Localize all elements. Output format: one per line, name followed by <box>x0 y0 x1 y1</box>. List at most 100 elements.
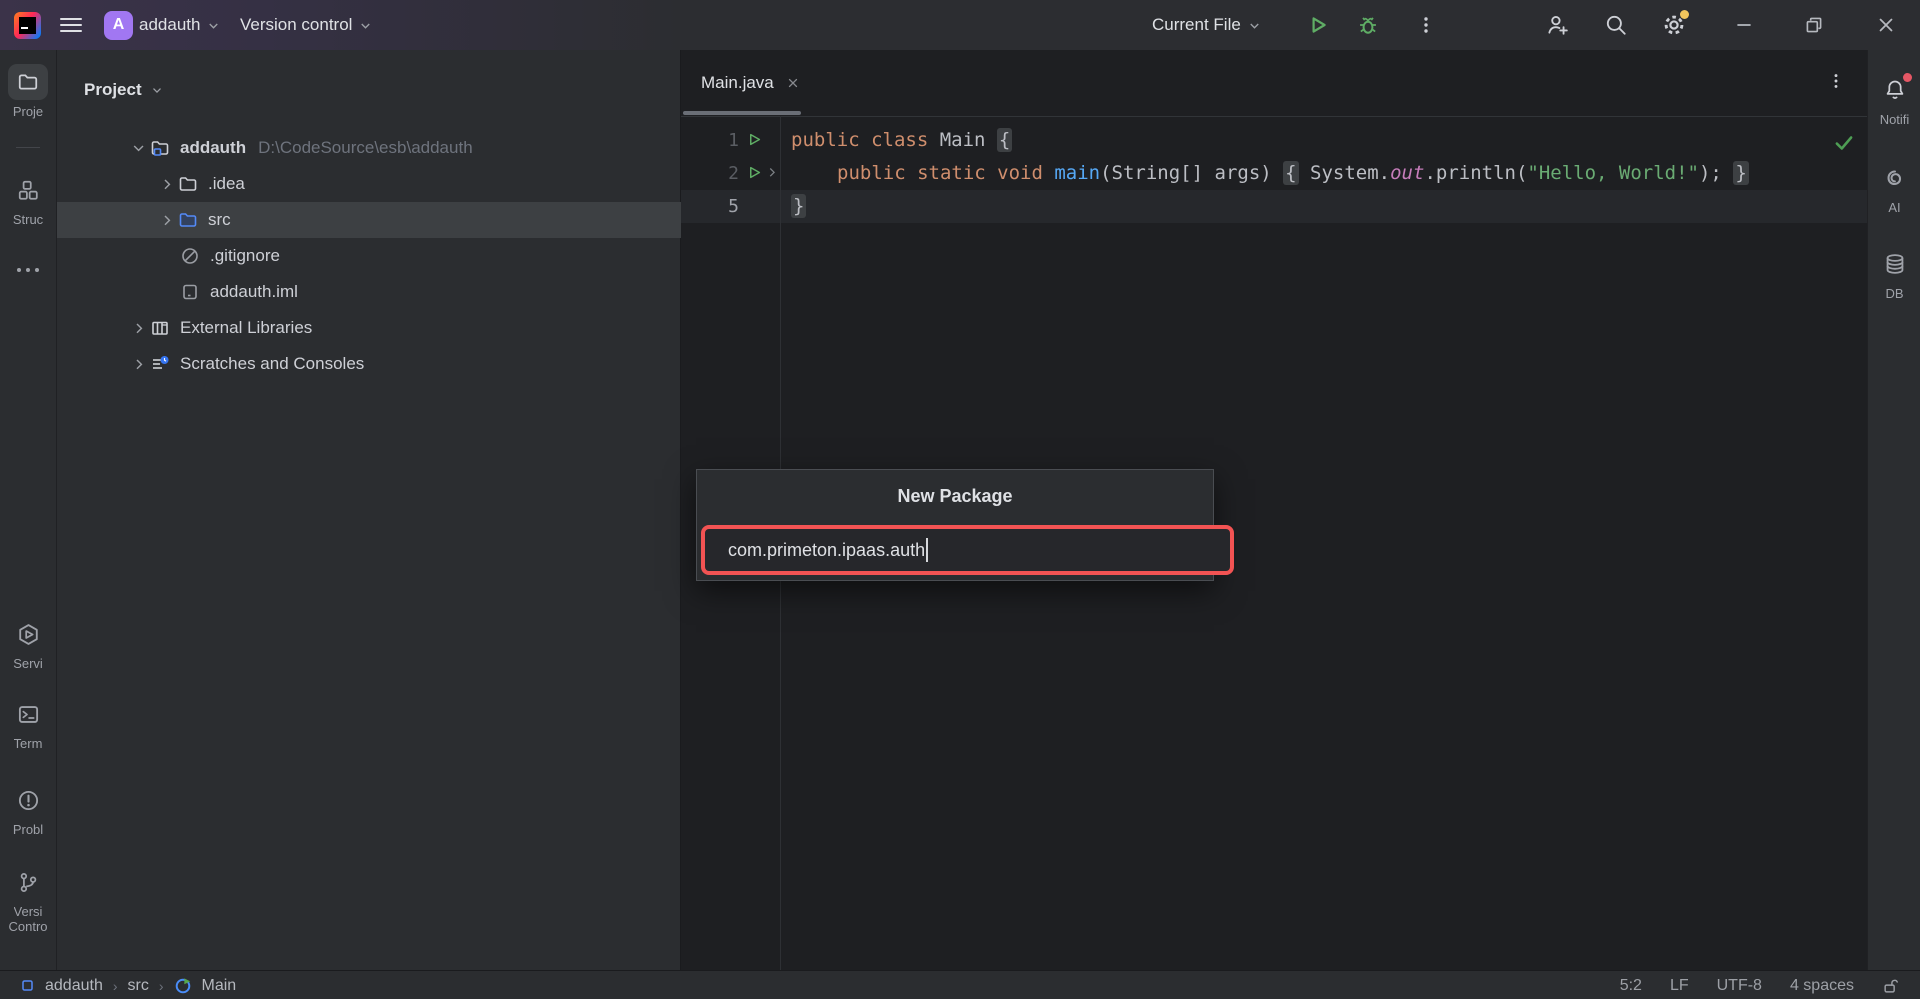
chevron-collapsed-icon[interactable] <box>157 210 177 230</box>
project-folder-icon <box>149 137 171 159</box>
fold-expand-icon[interactable] <box>765 165 779 179</box>
code-with-me-button[interactable] <box>1545 13 1569 37</box>
tab-close-icon[interactable] <box>786 76 800 90</box>
run-configuration-selector[interactable]: Current File <box>1152 0 1262 50</box>
chevron-collapsed-icon[interactable] <box>129 354 149 374</box>
structure-icon <box>17 179 39 201</box>
services-icon <box>17 623 40 646</box>
tree-item-root[interactable]: addauth D:\CodeSource\esb\addauth <box>57 130 752 166</box>
notifications-bell-icon <box>1883 78 1907 102</box>
module-icon <box>20 978 35 993</box>
tab-label: Main.java <box>701 73 774 93</box>
line-separator-widget[interactable]: LF <box>1670 977 1689 995</box>
tool-structure[interactable]: Struc <box>0 172 56 227</box>
folder-icon <box>177 173 199 195</box>
scratches-icon <box>149 353 171 375</box>
more-tools-icon <box>17 268 39 272</box>
tree-item-label: .gitignore <box>210 246 280 266</box>
run-button[interactable] <box>1306 13 1330 37</box>
tool-ai-assistant[interactable]: AI <box>1868 160 1920 215</box>
tool-database[interactable]: DB <box>1868 246 1920 301</box>
tool-version-label-2: Contro <box>8 919 47 934</box>
breadcrumb-class[interactable]: Main <box>202 977 237 995</box>
settings-button[interactable] <box>1662 13 1686 37</box>
tool-terminal[interactable]: Term <box>0 696 56 751</box>
tool-version-control[interactable]: Versi Contro <box>0 864 56 934</box>
code-token: (String[] args) <box>1100 162 1283 184</box>
editor-tab-bar: Main.java <box>681 50 1867 117</box>
tree-item-label: Scratches and Consoles <box>180 354 364 374</box>
minimize-button[interactable] <box>1732 13 1756 37</box>
package-name-input[interactable]: com.primeton.ipaas.auth <box>701 525 1234 575</box>
folded-region[interactable]: { <box>1283 161 1298 185</box>
project-tool-icon <box>17 71 39 93</box>
chevron-down-icon <box>358 18 373 33</box>
tool-version-label-1: Versi <box>14 904 43 919</box>
project-name: addauth <box>139 15 200 35</box>
tree-item-path: D:\CodeSource\esb\addauth <box>258 138 473 158</box>
code-token: { <box>997 128 1012 152</box>
tab-main-java[interactable]: Main.java <box>683 50 819 116</box>
code-line-5[interactable]: 5 } <box>681 190 1867 223</box>
code-token: Main <box>940 129 997 151</box>
caret-position-widget[interactable]: 5:2 <box>1620 977 1642 995</box>
folded-region[interactable]: } <box>1733 161 1748 185</box>
code-line-1[interactable]: 1 public class Main { <box>681 124 1867 157</box>
notifications-badge <box>1903 73 1912 82</box>
tool-problems[interactable]: Probl <box>0 782 56 837</box>
main-menu-button[interactable] <box>60 0 82 50</box>
tool-terminal-label: Term <box>14 736 43 751</box>
indent-widget[interactable]: 4 spaces <box>1790 977 1854 995</box>
vcs-widget[interactable]: Version control <box>240 0 373 50</box>
chevron-expanded-icon[interactable] <box>129 138 149 158</box>
editor-options-button[interactable] <box>1827 72 1845 90</box>
debug-button[interactable] <box>1356 13 1380 37</box>
search-everywhere-button[interactable] <box>1604 13 1628 37</box>
chevron-down-icon <box>206 18 221 33</box>
project-view-selector[interactable]: Project <box>84 80 164 100</box>
project-widget[interactable]: A addauth <box>104 0 221 50</box>
run-icon <box>1307 14 1329 36</box>
tool-project-label: Proje <box>13 104 43 119</box>
tool-services[interactable]: Servi <box>0 616 56 671</box>
tool-services-label: Servi <box>13 656 43 671</box>
line-number: 1 <box>681 124 739 157</box>
chevron-down-icon <box>1247 18 1262 33</box>
restore-button[interactable] <box>1802 13 1826 37</box>
code-line-2[interactable]: 2 public static void main(String[] args)… <box>681 157 1867 190</box>
breadcrumb-module[interactable]: addauth <box>45 977 103 995</box>
ignored-file-icon <box>179 245 201 267</box>
tool-project[interactable]: Proje <box>0 64 56 119</box>
tool-notifications[interactable]: Notifi <box>1868 72 1920 127</box>
run-class-gutter-icon[interactable] <box>747 132 762 147</box>
class-icon <box>174 977 192 995</box>
close-icon <box>1875 14 1897 36</box>
package-name-value: com.primeton.ipaas.auth <box>728 540 925 561</box>
chevron-collapsed-icon[interactable] <box>129 318 149 338</box>
encoding-widget[interactable]: UTF-8 <box>1717 977 1762 995</box>
run-method-gutter-icon[interactable] <box>747 165 762 180</box>
code-token: ); <box>1699 162 1733 184</box>
menu-icon <box>60 14 82 37</box>
code-token: out <box>1390 162 1424 184</box>
close-button[interactable] <box>1874 13 1898 37</box>
run-config-label: Current File <box>1152 15 1241 35</box>
breadcrumb-separator: › <box>159 978 164 994</box>
right-tool-stripe: Notifi AI DB <box>1867 50 1920 970</box>
tree-item-external-libraries[interactable]: External Libraries <box>57 310 752 346</box>
tree-item-scratches[interactable]: Scratches and Consoles <box>57 346 752 382</box>
more-actions-button[interactable] <box>1414 13 1438 37</box>
tree-item-idea[interactable]: .idea <box>57 166 780 202</box>
unlock-icon[interactable] <box>1882 977 1900 995</box>
tree-item-src[interactable]: src <box>57 202 780 238</box>
project-tool-window: Project addauth D:\CodeSource\esb\addaut… <box>57 50 681 970</box>
debug-icon <box>1357 14 1379 36</box>
code-token: .println( <box>1424 162 1527 184</box>
chevron-collapsed-icon[interactable] <box>157 174 177 194</box>
more-tool-windows[interactable] <box>0 268 56 272</box>
database-icon <box>1883 252 1907 276</box>
breadcrumb-directory[interactable]: src <box>128 977 149 995</box>
code-token: main <box>1054 162 1100 184</box>
vcs-label: Version control <box>240 15 352 35</box>
line-number: 5 <box>681 190 739 223</box>
